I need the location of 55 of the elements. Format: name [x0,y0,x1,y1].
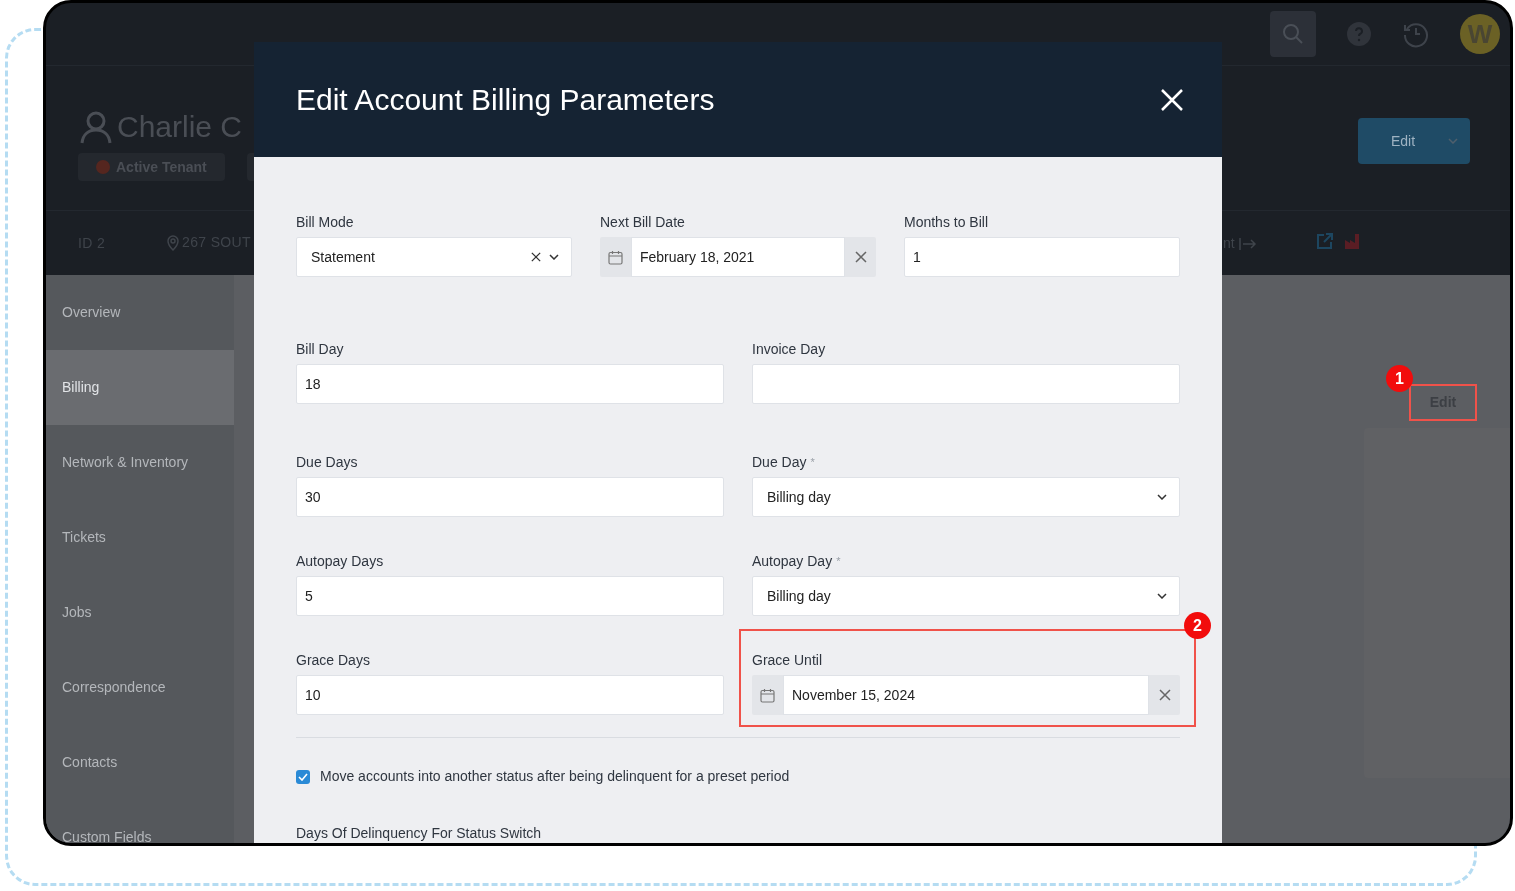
field-label: Next Bill Date [600,212,685,232]
date-field[interactable]: February 18, 2021 [631,237,845,277]
field-label: Grace Days [296,650,370,670]
modal-title: Edit Account Billing Parameters [296,82,715,118]
calendar-icon[interactable] [600,237,631,277]
checkbox[interactable] [296,769,310,784]
chevron-down-icon [549,254,559,260]
exit-arrow-icon [1238,237,1257,250]
field-label: Autopay Day [752,551,833,571]
select-field[interactable]: Statement [296,237,572,277]
history-icon[interactable] [1402,20,1430,48]
search-icon [1282,23,1304,45]
calendar-icon[interactable] [752,675,783,715]
sidebar-item[interactable]: Network & Inventory [46,425,234,500]
sidebar-item[interactable]: Tickets [46,500,234,575]
sidebar-item[interactable]: Correspondence [46,650,234,725]
location-pin-icon [166,234,180,251]
sidebar-item[interactable]: Jobs [46,575,234,650]
chevron-down-icon [1157,494,1167,500]
field-label: Due Days [296,452,358,472]
select-field[interactable]: Billing day [752,576,1180,616]
select-field[interactable]: Billing day [752,477,1180,517]
field-label: Bill Day [296,339,344,359]
required-mark: * [836,553,841,569]
factory-icon[interactable] [1345,233,1361,249]
field-label: Days Of Delinquency For Status Switch [296,824,543,843]
input-field[interactable] [752,364,1180,404]
input-field[interactable]: 30 [296,477,724,517]
close-icon [1161,88,1183,111]
input-field[interactable]: 10 [296,675,724,715]
clear-icon[interactable] [531,252,541,262]
field-label: Autopay Days [296,551,384,571]
input-field[interactable]: 18 [296,364,724,404]
annotation-badge: 1 [1386,365,1413,392]
field-label: Bill Mode [296,212,354,232]
field-label: Months to Bill [904,212,989,232]
sidebar-item[interactable]: Overview [46,275,234,350]
field-label: Grace Until [752,650,823,670]
field-label: Due Day [752,452,807,472]
input-field[interactable]: 1 [904,237,1180,277]
chevron-down-icon [1157,593,1167,599]
sidebar-item[interactable]: Contacts [46,725,234,800]
annotation-badge: 2 [1184,612,1211,639]
input-field[interactable]: 5 [296,576,724,616]
sidebar-item[interactable]: Custom Fields [46,800,234,843]
field-label: Invoice Day [752,339,826,359]
external-link-icon[interactable] [1317,233,1333,249]
sidebar-item[interactable]: Billing [46,350,234,425]
caret-icon [1448,138,1458,144]
required-mark: * [810,454,815,470]
date-field[interactable]: November 15, 2024 [783,675,1149,715]
checkbox-label: Move accounts into another status after being delinquent for a preset period [320,767,790,786]
person-icon [79,109,113,144]
edit-split-button[interactable]: Edit [1358,118,1470,164]
search-button[interactable] [1270,11,1316,57]
